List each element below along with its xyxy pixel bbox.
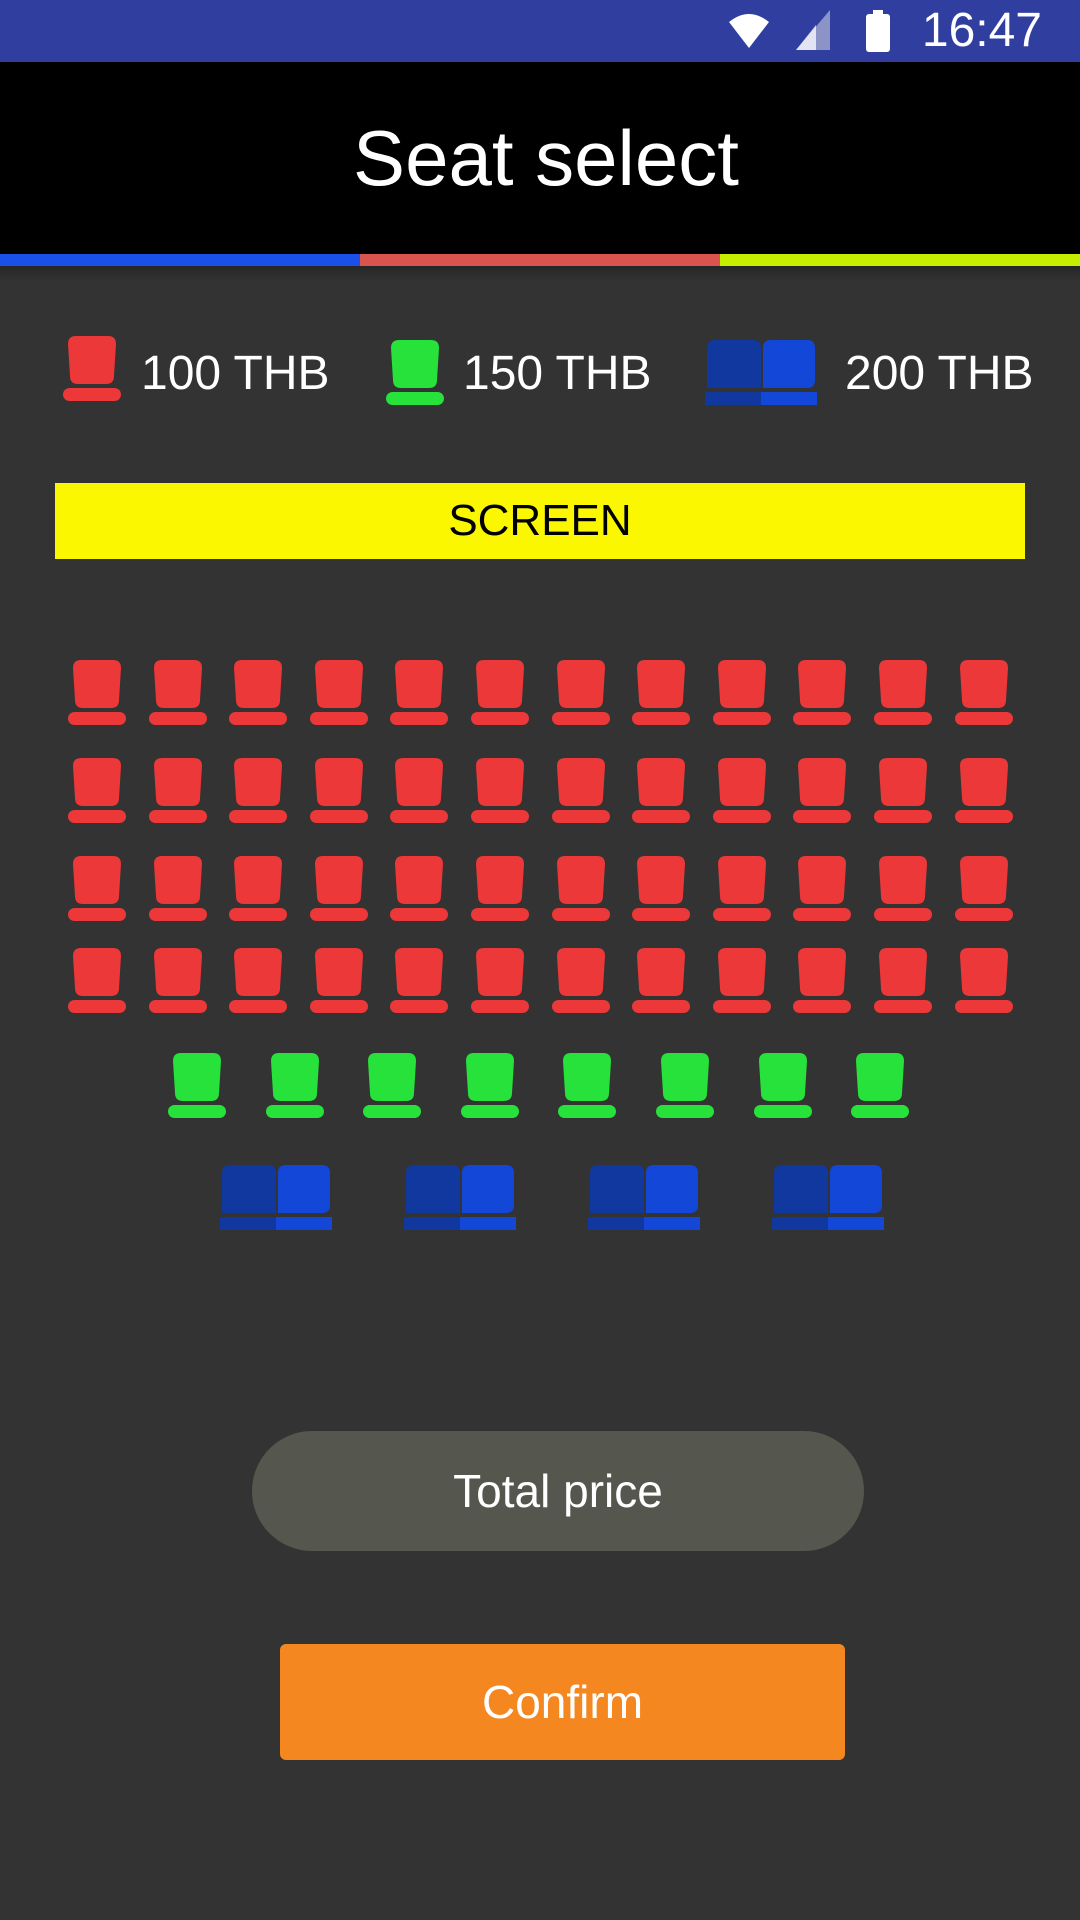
seat[interactable]	[850, 1053, 910, 1119]
seat[interactable]	[712, 660, 772, 726]
seat[interactable]	[873, 660, 933, 726]
seat[interactable]	[148, 758, 208, 824]
legend-item-200: 200 THB	[705, 336, 1035, 408]
seat[interactable]	[557, 1053, 617, 1119]
couple-seat[interactable]	[220, 1165, 332, 1231]
seat-icon-green	[385, 340, 445, 406]
seat[interactable]	[309, 660, 369, 726]
seat[interactable]	[712, 948, 772, 1014]
legend-item-150: 150 THB	[385, 336, 655, 408]
seat[interactable]	[228, 660, 288, 726]
screen-indicator: SCREEN	[55, 483, 1025, 559]
seat[interactable]	[460, 1053, 520, 1119]
seat[interactable]	[389, 660, 449, 726]
seat[interactable]	[792, 758, 852, 824]
seat[interactable]	[954, 660, 1014, 726]
seat[interactable]	[470, 948, 530, 1014]
seat[interactable]	[631, 856, 691, 922]
clock: 16:47	[921, 4, 1042, 57]
seat[interactable]	[167, 1053, 227, 1119]
seat[interactable]	[309, 856, 369, 922]
legend-label: 100 THB	[141, 347, 330, 400]
accent-stripe-lime	[720, 254, 1080, 266]
seat[interactable]	[712, 856, 772, 922]
app-bar: Seat select	[0, 62, 1080, 254]
seat[interactable]	[67, 660, 127, 726]
couple-seat[interactable]	[588, 1165, 700, 1231]
accent-stripe-red	[360, 254, 720, 266]
seat[interactable]	[954, 948, 1014, 1014]
status-bar: 16:47	[0, 0, 1080, 62]
legend-label: 150 THB	[463, 347, 652, 400]
signal-icon	[796, 10, 830, 57]
legend-label: 200 THB	[845, 347, 1034, 400]
seat[interactable]	[631, 948, 691, 1014]
seat[interactable]	[712, 758, 772, 824]
seat[interactable]	[67, 758, 127, 824]
seat[interactable]	[265, 1053, 325, 1119]
seat[interactable]	[309, 948, 369, 1014]
seat-icon-red	[62, 336, 122, 402]
seat[interactable]	[873, 758, 933, 824]
seat[interactable]	[792, 660, 852, 726]
seat[interactable]	[67, 948, 127, 1014]
seat[interactable]	[873, 948, 933, 1014]
accent-stripe-blue	[0, 254, 360, 266]
seat[interactable]	[148, 660, 208, 726]
seat[interactable]	[631, 758, 691, 824]
couple-seat[interactable]	[404, 1165, 516, 1231]
seat[interactable]	[389, 856, 449, 922]
couple-seat[interactable]	[772, 1165, 884, 1231]
seat[interactable]	[551, 856, 611, 922]
seat[interactable]	[551, 758, 611, 824]
confirm-button[interactable]: Confirm	[280, 1644, 845, 1760]
seat[interactable]	[551, 660, 611, 726]
seat[interactable]	[954, 758, 1014, 824]
seat[interactable]	[631, 660, 691, 726]
seat[interactable]	[792, 856, 852, 922]
seat[interactable]	[470, 856, 530, 922]
seat[interactable]	[389, 758, 449, 824]
seat[interactable]	[228, 758, 288, 824]
seat[interactable]	[954, 856, 1014, 922]
seat[interactable]	[148, 856, 208, 922]
seat[interactable]	[470, 758, 530, 824]
seat[interactable]	[309, 758, 369, 824]
seat[interactable]	[67, 856, 127, 922]
seat[interactable]	[362, 1053, 422, 1119]
app-bar-shadow	[0, 266, 1080, 282]
battery-icon	[866, 10, 890, 57]
legend-item-100: 100 THB	[62, 336, 332, 408]
seat[interactable]	[551, 948, 611, 1014]
wifi-icon	[728, 10, 770, 55]
total-price-display: Total price	[252, 1431, 864, 1551]
seat[interactable]	[389, 948, 449, 1014]
seat[interactable]	[655, 1053, 715, 1119]
couple-seat-icon-blue	[705, 340, 817, 406]
seat[interactable]	[753, 1053, 813, 1119]
seat[interactable]	[792, 948, 852, 1014]
seat[interactable]	[148, 948, 208, 1014]
seat[interactable]	[873, 856, 933, 922]
seat[interactable]	[228, 856, 288, 922]
page-title: Seat select	[353, 114, 739, 202]
seat[interactable]	[470, 660, 530, 726]
seat[interactable]	[228, 948, 288, 1014]
